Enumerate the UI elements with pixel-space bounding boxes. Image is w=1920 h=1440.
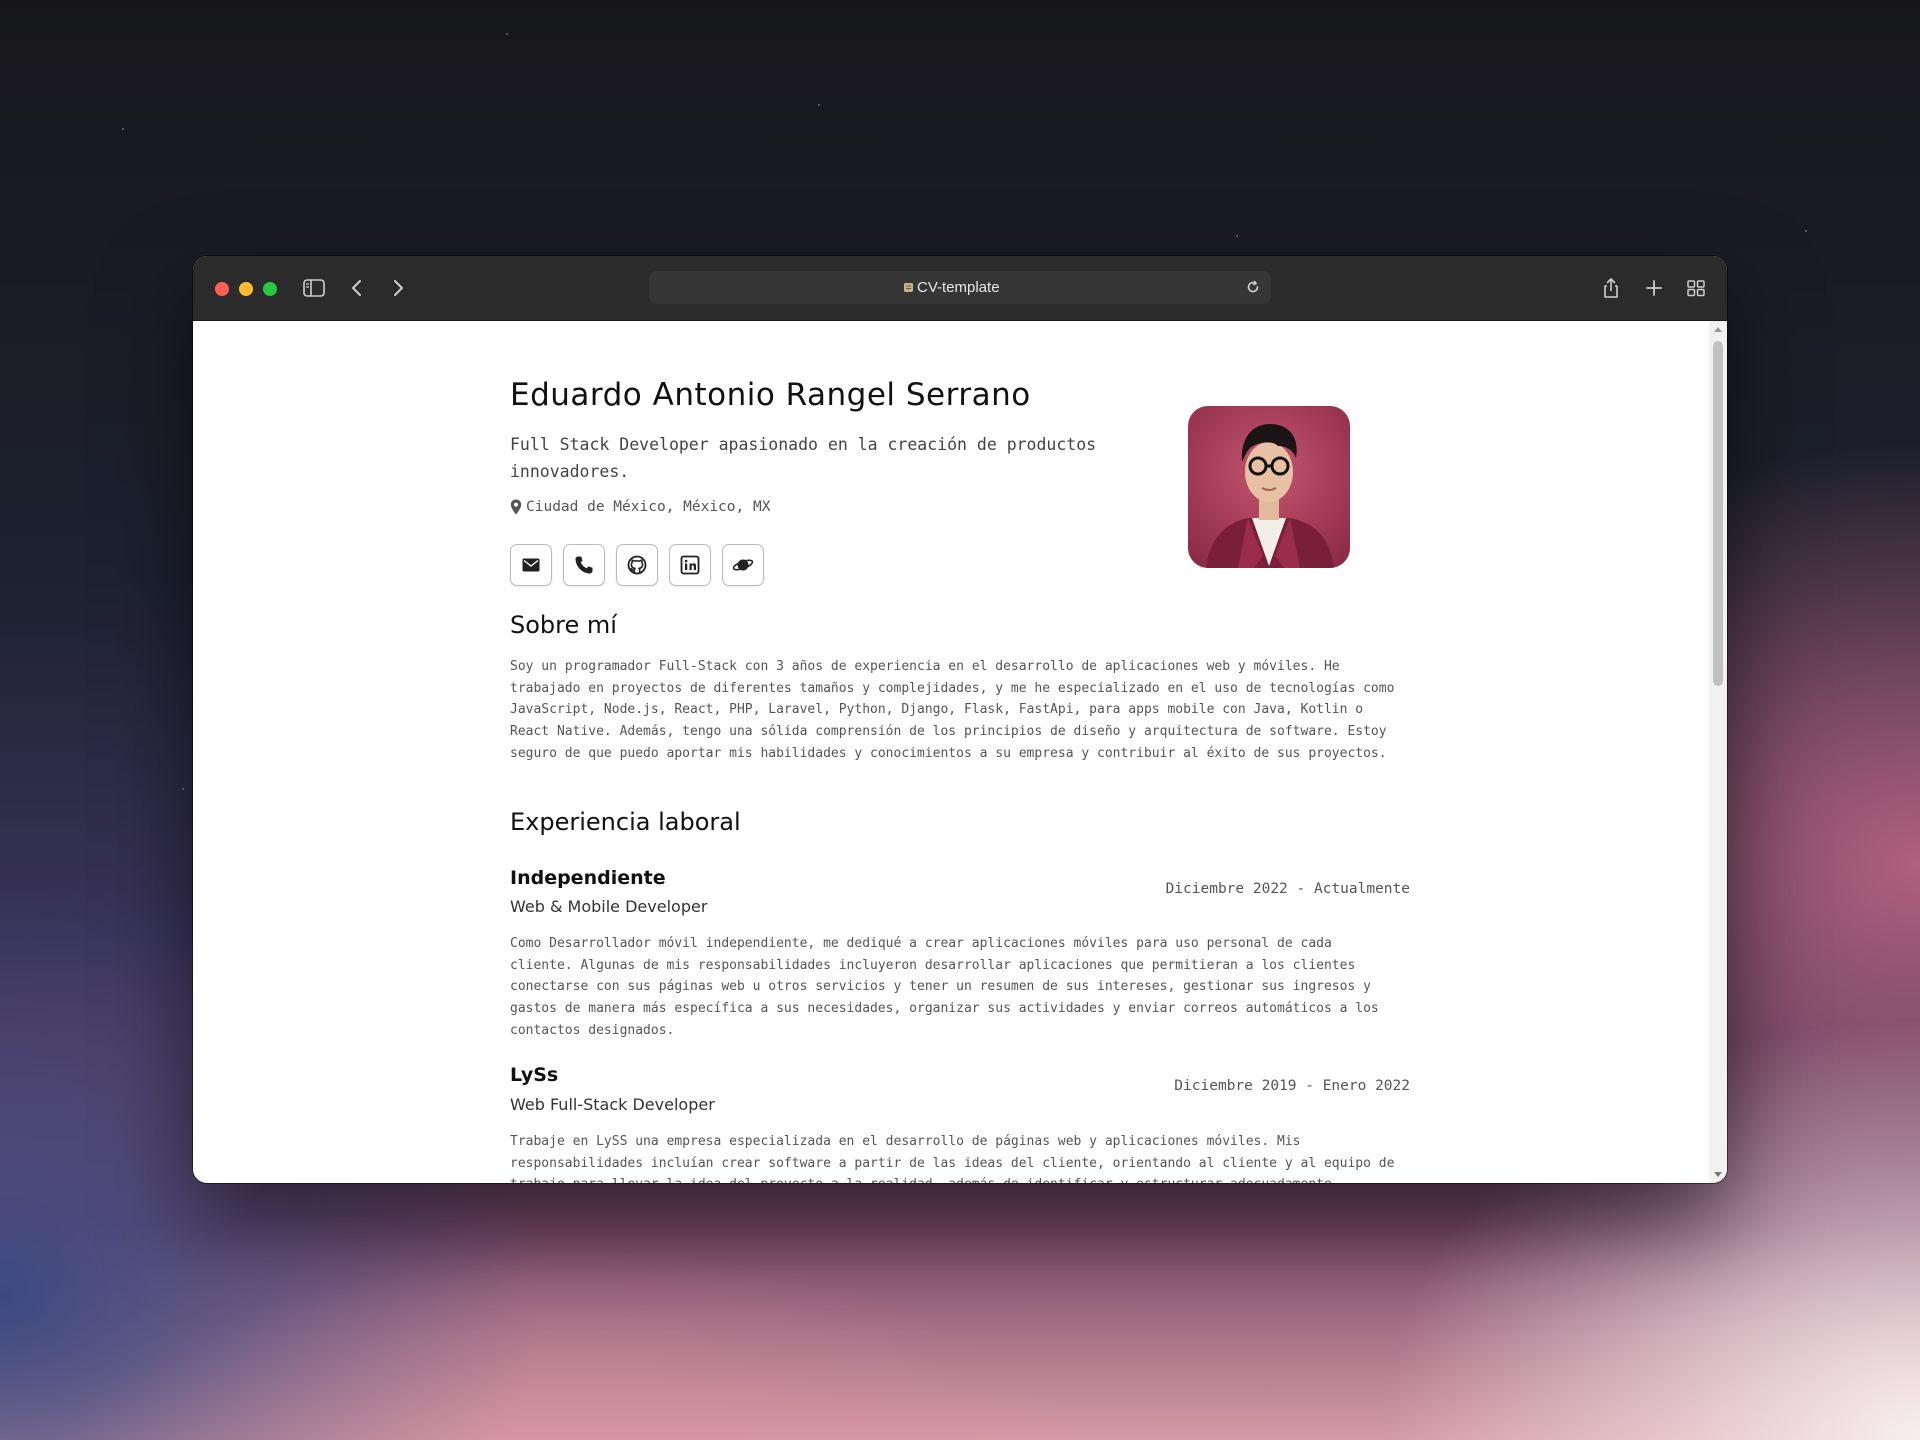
about-heading: Sobre mí — [510, 611, 617, 639]
experience-heading: Experiencia laboral — [510, 808, 741, 836]
background-star — [818, 104, 820, 106]
phone-button[interactable] — [563, 544, 605, 586]
vertical-scrollbar[interactable] — [1709, 321, 1727, 1183]
social-links — [510, 544, 775, 586]
sidebar-icon[interactable] — [301, 276, 327, 300]
job-description: Trabaje en LySS una empresa especializad… — [510, 1134, 1395, 1183]
avatar — [1188, 406, 1350, 568]
browser-window: CV-template Eduardo Antonio Rangel Serra… — [193, 256, 1727, 1183]
browser-toolbar: CV-template — [193, 256, 1727, 321]
address-text: CV-template — [917, 279, 1000, 296]
page-icon — [904, 283, 913, 292]
scroll-down-arrow-icon[interactable] — [1714, 1172, 1722, 1177]
location: Ciudad de México, México, MX — [510, 499, 770, 515]
forward-icon[interactable] — [385, 276, 411, 300]
job-role: Web & Mobile Developer — [510, 897, 708, 916]
new-tab-icon[interactable] — [1641, 276, 1667, 300]
job-company: LySs — [510, 1064, 559, 1086]
map-pin-icon — [510, 499, 522, 515]
minimize-window-button[interactable] — [239, 282, 253, 296]
linkedin-button[interactable] — [669, 544, 711, 586]
portfolio-button[interactable] — [722, 544, 764, 586]
location-text: Ciudad de México, México, MX — [526, 499, 771, 515]
github-icon — [627, 555, 647, 575]
page-viewport: Eduardo Antonio Rangel Serrano Full Stac… — [193, 321, 1709, 1183]
job-dates: Diciembre 2022 - Actualmente — [1165, 881, 1410, 897]
back-icon[interactable] — [344, 276, 370, 300]
job-company: Independiente — [510, 867, 666, 889]
email-icon — [522, 558, 540, 572]
tab-overview-icon[interactable] — [1683, 276, 1709, 300]
scroll-up-arrow-icon[interactable] — [1714, 327, 1722, 332]
github-button[interactable] — [616, 544, 658, 586]
tagline: Full Stack Developer apasionado en la cr… — [510, 435, 1097, 481]
address-bar[interactable]: CV-template — [649, 271, 1271, 304]
zoom-window-button[interactable] — [263, 282, 277, 296]
about-text: Soy un programador Full-Stack con 3 años… — [510, 659, 1395, 761]
background-star — [1805, 230, 1807, 232]
background-star — [122, 128, 124, 130]
scrollbar-thumb[interactable] — [1713, 341, 1723, 686]
profile-photo — [1188, 406, 1350, 568]
job-description: Como Desarrollador móvil independiente, … — [510, 936, 1379, 1038]
reload-icon[interactable] — [1245, 279, 1261, 295]
close-window-button[interactable] — [215, 282, 229, 296]
share-icon[interactable] — [1598, 276, 1624, 300]
background-star — [506, 33, 508, 35]
linkedin-icon — [680, 555, 700, 575]
page-title: Eduardo Antonio Rangel Serrano — [510, 377, 1031, 413]
phone-icon — [575, 556, 593, 574]
email-button[interactable] — [510, 544, 552, 586]
planet-icon — [732, 559, 754, 571]
background-star — [1236, 235, 1238, 237]
job-dates: Diciembre 2019 - Enero 2022 — [1174, 1078, 1410, 1094]
background-star — [182, 788, 184, 790]
job-role: Web Full-Stack Developer — [510, 1095, 715, 1114]
